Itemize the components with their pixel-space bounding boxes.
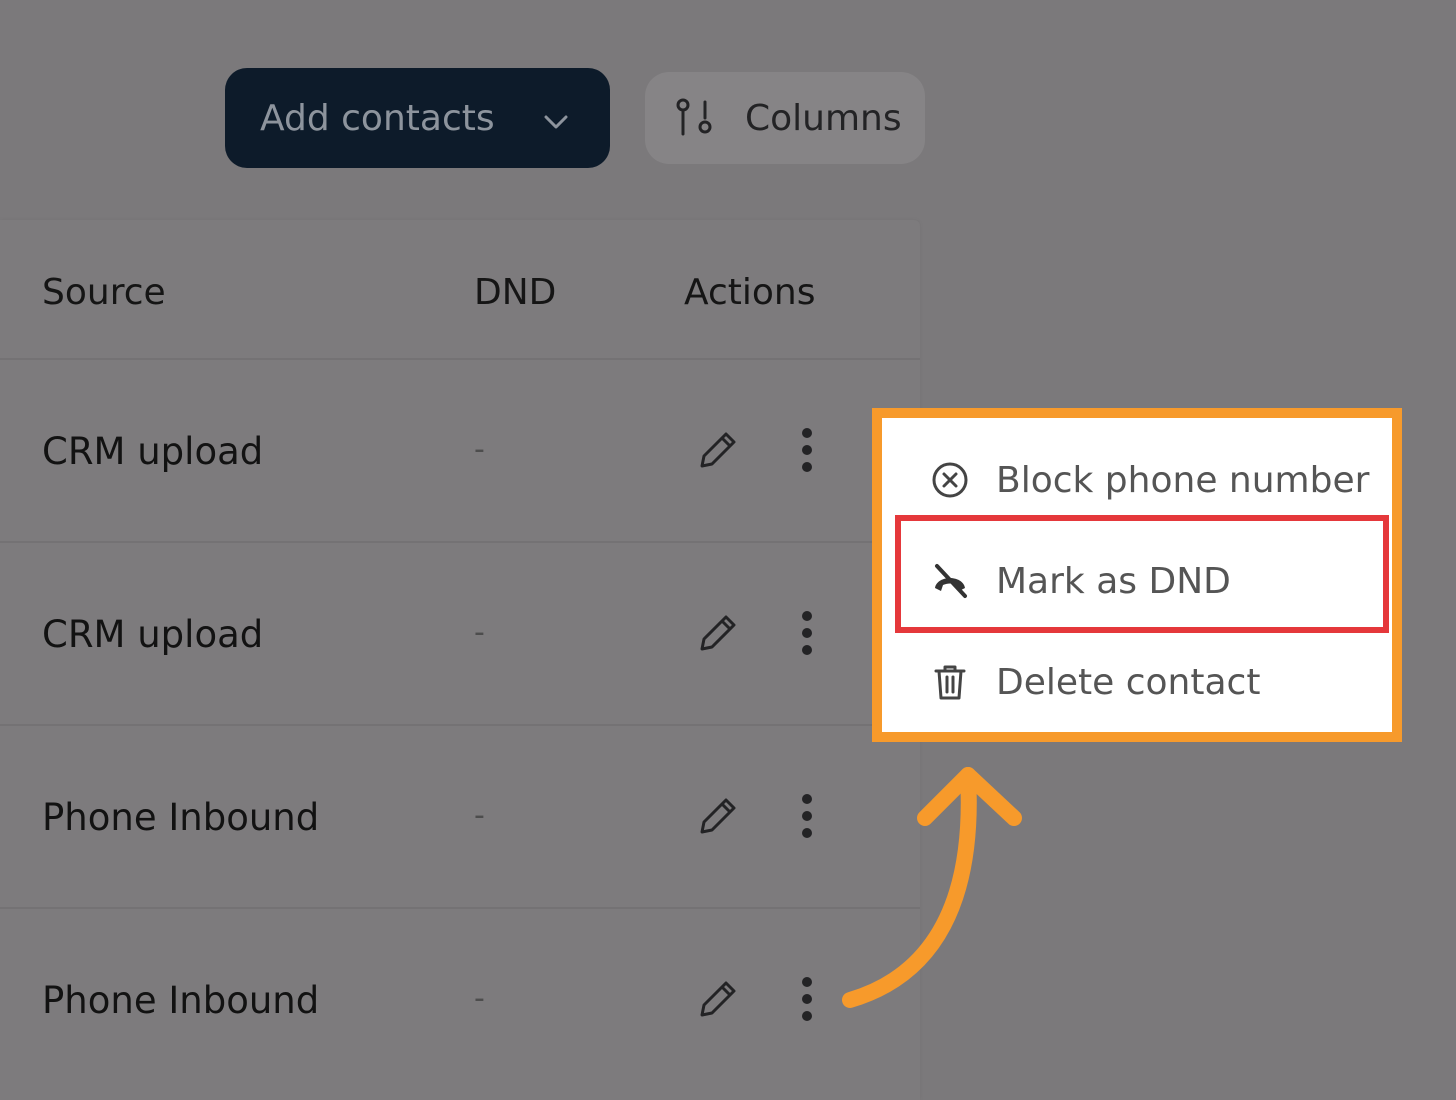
curved-arrow-icon [842, 767, 1022, 1008]
